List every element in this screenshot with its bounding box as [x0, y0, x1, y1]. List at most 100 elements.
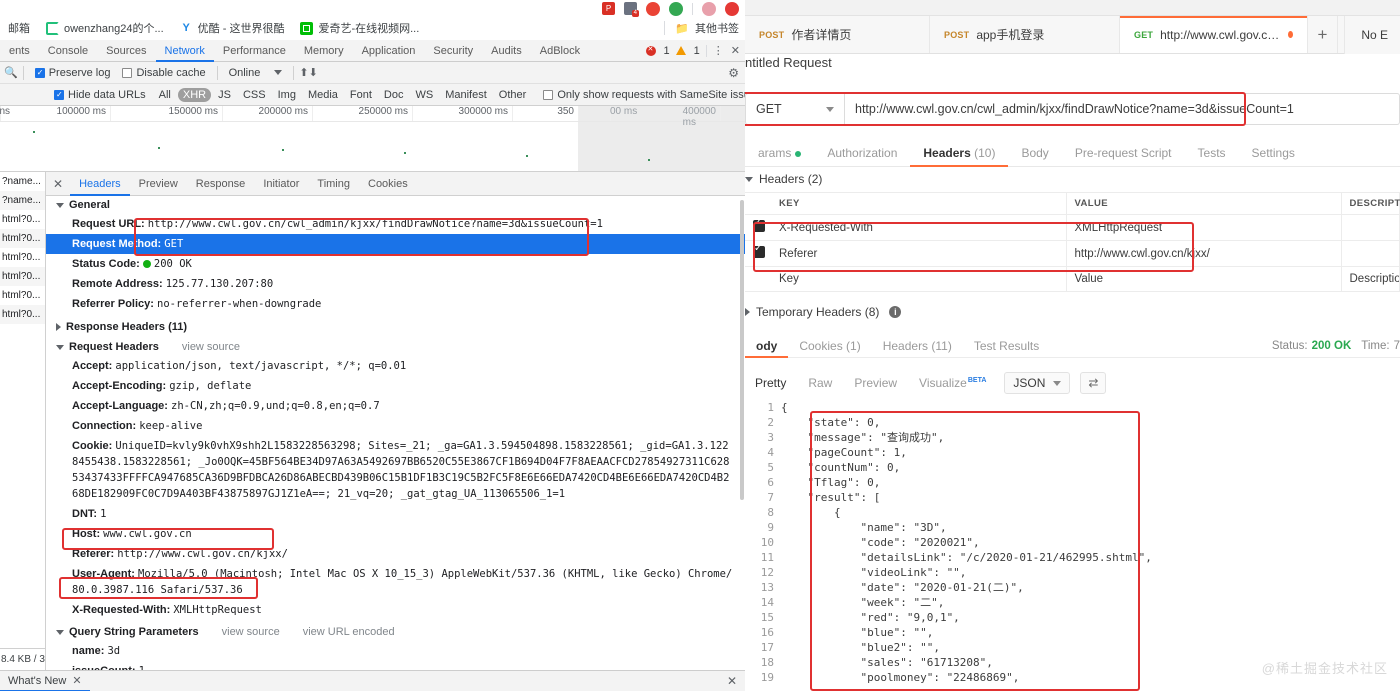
other-bookmarks-label[interactable]: 其他书签: [695, 20, 739, 36]
query-string-section-header[interactable]: Query String Parameters view source view…: [46, 623, 745, 641]
filter-type-xhr[interactable]: XHR: [177, 87, 212, 102]
list-item[interactable]: html?0...: [0, 248, 45, 267]
preserve-log-checkbox[interactable]: [34, 67, 45, 79]
request-tab-app-login[interactable]: POST app手机登录: [930, 16, 1120, 53]
preserve-log-toggle[interactable]: Preserve log: [29, 67, 117, 79]
header-key-cell[interactable]: Referer: [771, 240, 1067, 267]
filter-type-font[interactable]: Font: [345, 88, 377, 102]
request-tab-author-detail[interactable]: POST 作者详情页: [745, 16, 930, 53]
header-value-cell[interactable]: XMLHttpRequest: [1066, 214, 1342, 241]
view-mode-pretty[interactable]: Pretty: [745, 373, 796, 393]
list-item[interactable]: ?name...: [0, 172, 45, 191]
row-enabled-checkbox[interactable]: [745, 240, 771, 267]
header-description-cell[interactable]: [1341, 240, 1400, 267]
details-tab-response[interactable]: Response: [187, 172, 255, 196]
details-tab-cookies[interactable]: Cookies: [359, 172, 417, 196]
details-tab-headers[interactable]: Headers: [70, 172, 130, 196]
headers-section-header[interactable]: Headers (2): [745, 172, 1400, 192]
checkbox-icon[interactable]: [753, 243, 765, 258]
view-mode-preview[interactable]: Preview: [844, 373, 907, 393]
bookmark-item-youku[interactable]: Y 优酷 - 这世界很酷: [172, 20, 293, 36]
filter-type-ws[interactable]: WS: [410, 88, 438, 102]
export-har-icon[interactable]: ⬇: [309, 66, 318, 79]
response-tab-cookies[interactable]: Cookies (1): [788, 334, 871, 358]
environment-selector[interactable]: No E: [1344, 16, 1400, 54]
response-tab-headers[interactable]: Headers (11): [872, 334, 963, 358]
tab-memory[interactable]: Memory: [295, 40, 353, 62]
url-input[interactable]: http://www.cwl.gov.cn/cwl_admin/kjxx/fin…: [845, 93, 1400, 125]
http-method-select[interactable]: GET: [745, 93, 845, 125]
tab-security[interactable]: Security: [424, 40, 482, 62]
list-item[interactable]: html?0...: [0, 210, 45, 229]
tab-audits[interactable]: Audits: [482, 40, 531, 62]
bookmark-item-iqiyi[interactable]: 爱奇艺-在线视频网...: [292, 20, 427, 36]
row-enabled-checkbox[interactable]: [745, 214, 771, 241]
wrap-lines-button[interactable]: ⇄: [1080, 372, 1107, 394]
filter-type-css[interactable]: CSS: [238, 88, 271, 102]
new-header-value-input[interactable]: Value: [1066, 266, 1342, 292]
filter-type-other[interactable]: Other: [494, 88, 532, 102]
hide-data-urls-toggle[interactable]: Hide data URLs: [48, 89, 152, 101]
table-row[interactable]: X-Requested-With XMLHttpRequest: [745, 214, 1400, 241]
request-tab-authorization[interactable]: Authorization: [814, 140, 910, 167]
close-details-icon[interactable]: ✕: [46, 177, 70, 191]
drawer-close-icon[interactable]: ✕: [727, 674, 737, 688]
general-row-request-method[interactable]: Request Method: GET: [46, 234, 745, 254]
green-extension-icon[interactable]: [669, 1, 683, 16]
filter-type-img[interactable]: Img: [273, 88, 301, 102]
request-list[interactable]: ?name... ?name... html?0... html?0... ht…: [0, 172, 46, 670]
throttle-select[interactable]: Online: [223, 67, 289, 79]
response-tab-body[interactable]: ody: [745, 334, 788, 358]
error-icon[interactable]: [645, 45, 656, 56]
search-icon[interactable]: 🔍: [4, 66, 18, 79]
filter-type-doc[interactable]: Doc: [379, 88, 409, 102]
response-tab-test-results[interactable]: Test Results: [963, 334, 1050, 358]
samesite-checkbox[interactable]: [543, 89, 554, 100]
disable-cache-checkbox[interactable]: [122, 67, 133, 78]
disable-cache-toggle[interactable]: Disable cache: [116, 67, 211, 79]
details-tab-preview[interactable]: Preview: [130, 172, 187, 196]
response-format-select[interactable]: JSON: [1004, 372, 1071, 394]
whats-new-tab[interactable]: What's New ✕: [0, 671, 90, 691]
temporary-headers-section-header[interactable]: Temporary Headers (8) i: [745, 305, 1400, 319]
new-header-description-input[interactable]: Description: [1341, 266, 1400, 292]
gear-icon[interactable]: ⚙: [728, 66, 739, 80]
request-tab-params[interactable]: arams: [745, 140, 814, 167]
tab-elements[interactable]: ents: [0, 40, 39, 62]
checkbox-icon[interactable]: [753, 217, 765, 232]
bookmark-item-csdn[interactable]: owenzhang24的个...: [38, 20, 172, 36]
close-icon[interactable]: ✕: [72, 671, 81, 691]
general-section-header[interactable]: General: [46, 196, 745, 214]
more-options-icon[interactable]: ⋮: [713, 44, 725, 57]
filter-type-media[interactable]: Media: [303, 88, 343, 102]
list-item[interactable]: ?name...: [0, 191, 45, 210]
request-tab-settings[interactable]: Settings: [1239, 140, 1308, 167]
network-overview[interactable]: ns 100000 ms 150000 ms 200000 ms 250000 …: [0, 106, 745, 172]
tab-sources[interactable]: Sources: [97, 40, 155, 62]
avatar[interactable]: [702, 1, 716, 16]
row-enabled-checkbox[interactable]: [745, 266, 771, 292]
tab-console[interactable]: Console: [39, 40, 97, 62]
response-body-code[interactable]: 1{ 2 "state": 0, 3 "message": "查询成功", 4 …: [745, 400, 1400, 691]
tab-application[interactable]: Application: [353, 40, 425, 62]
table-row-empty[interactable]: Key Value Description: [745, 266, 1400, 292]
tab-adblock[interactable]: AdBlock: [531, 40, 589, 62]
filter-type-manifest[interactable]: Manifest: [440, 88, 492, 102]
request-tab-cwl[interactable]: GET http://www.cwl.gov.cn/cwl_adm...: [1120, 16, 1308, 53]
details-tab-initiator[interactable]: Initiator: [254, 172, 308, 196]
request-tab-tests[interactable]: Tests: [1185, 140, 1239, 167]
import-har-icon[interactable]: ⬆: [299, 66, 308, 79]
warning-icon[interactable]: [675, 46, 686, 55]
header-description-cell[interactable]: [1341, 214, 1400, 241]
info-icon[interactable]: i: [889, 306, 902, 318]
close-icon[interactable]: ✕: [731, 44, 741, 57]
view-mode-visualize[interactable]: VisualizeBETA: [909, 373, 996, 393]
request-headers-section-header[interactable]: Request Headers view source: [46, 338, 745, 356]
list-item[interactable]: html?0...: [0, 286, 45, 305]
view-source-link[interactable]: view source: [182, 341, 240, 353]
bookmark-item-mail[interactable]: 邮箱: [0, 20, 38, 36]
request-tab-body[interactable]: Body: [1008, 140, 1061, 167]
tab-performance[interactable]: Performance: [214, 40, 295, 62]
table-row[interactable]: Referer http://www.cwl.gov.cn/kjxx/: [745, 240, 1400, 267]
scrollbar-thumb[interactable]: [740, 200, 744, 500]
